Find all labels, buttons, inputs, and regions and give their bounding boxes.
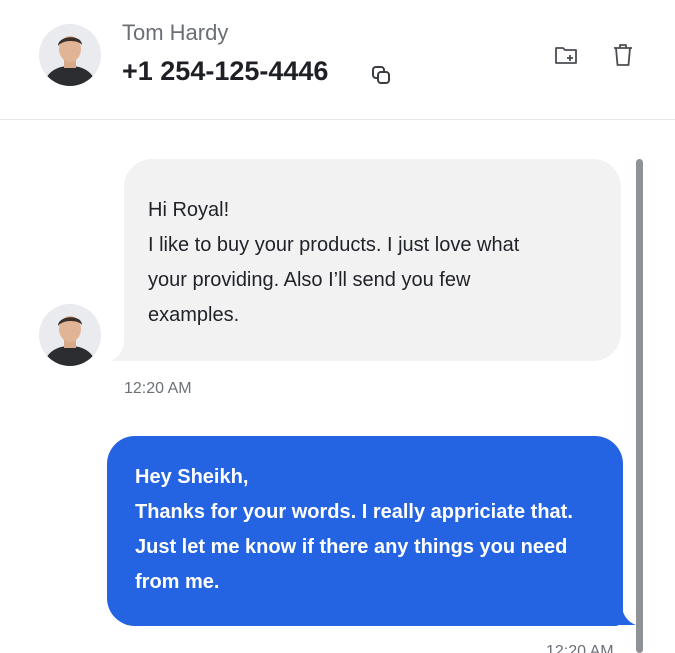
message-thread[interactable]: Hi Royal! I like to buy your products. I… bbox=[0, 121, 675, 653]
incoming-message-bubble[interactable]: Hi Royal! I like to buy your products. I… bbox=[124, 159, 621, 361]
folder-add-icon[interactable] bbox=[553, 42, 579, 68]
message-timestamp: 12:20 AM bbox=[124, 380, 192, 397]
message-timestamp: 12:20 AM bbox=[546, 643, 614, 653]
contact-name: Tom Hardy bbox=[122, 20, 229, 45]
message-line: Just let me know if there any things you… bbox=[135, 536, 568, 558]
message-line: your providing. Also I’ll send you few bbox=[148, 269, 471, 291]
message-line: Hi Royal! bbox=[148, 199, 230, 221]
chat-header: Tom Hardy +1 254-125-4446 bbox=[0, 0, 675, 120]
outgoing-bubble-tail bbox=[610, 605, 636, 625]
scrollbar-thumb[interactable] bbox=[636, 159, 643, 653]
copy-icon[interactable] bbox=[370, 64, 392, 86]
message-line: examples. bbox=[148, 304, 240, 326]
message-line: Thanks for your words. I really appricia… bbox=[135, 501, 573, 523]
message-line: from me. bbox=[135, 571, 220, 593]
contact-avatar[interactable] bbox=[39, 24, 101, 86]
scrollbar[interactable] bbox=[636, 159, 643, 653]
incoming-bubble-tail bbox=[110, 341, 134, 361]
message-line: I like to buy your products. I just love… bbox=[148, 234, 520, 256]
trash-icon[interactable] bbox=[610, 42, 636, 68]
outgoing-message-bubble[interactable]: Hey Sheikh, Thanks for your words. I rea… bbox=[107, 436, 623, 626]
contact-phone: +1 254-125-4446 bbox=[122, 56, 329, 86]
message-line: Hey Sheikh, bbox=[135, 466, 249, 488]
sender-avatar[interactable] bbox=[39, 304, 101, 366]
